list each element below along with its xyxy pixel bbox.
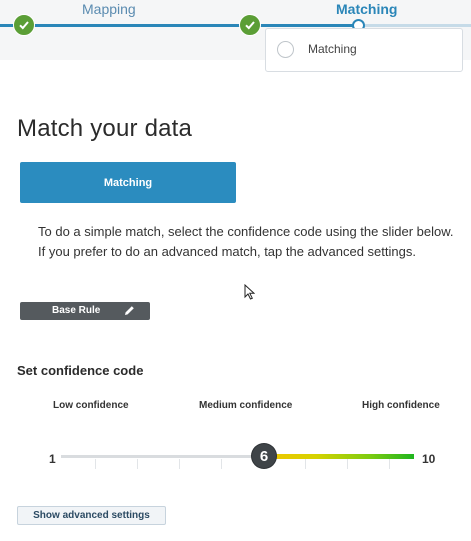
slider-tick [221,459,222,469]
match-page: Mapping Matching Matching Match your dat… [0,0,471,541]
base-rule-button[interactable]: Base Rule [20,302,150,320]
slider-max-label: 10 [422,452,436,466]
matching-banner-label: Matching [103,176,153,189]
description-line-2: If you prefer to do an advanced match, t… [38,244,416,259]
page-title: Match your data [17,115,193,142]
confidence-slider[interactable]: 1 6 10 [0,430,471,470]
mouse-pointer-icon [244,284,255,300]
dropdown-item-matching[interactable]: Matching [308,42,357,56]
high-confidence-label: High confidence [362,400,440,411]
stepper-remaining-line [358,24,471,27]
matching-radio[interactable] [277,41,294,58]
medium-confidence-label: Medium confidence [199,400,293,411]
matching-banner: Matching [20,162,236,203]
step-matching[interactable]: Matching [336,1,397,17]
slider-thumb[interactable]: 6 [252,444,276,468]
slider-tick [305,459,306,469]
slider-tick [347,459,348,469]
pencil-icon [125,306,134,315]
step-complete-check-icon [13,14,35,36]
base-rule-label: Base Rule [52,305,101,316]
slider-tick [179,459,180,469]
slider-track[interactable] [61,455,263,458]
slider-tick [137,459,138,469]
show-advanced-settings-button[interactable]: Show advanced settings [17,506,166,525]
slider-min-label: 1 [49,452,56,466]
step-mapping[interactable]: Mapping [82,1,136,17]
slider-tick [389,459,390,469]
step-dropdown: Matching [265,28,463,72]
slider-fill [263,454,414,459]
confidence-section-title: Set confidence code [17,363,144,378]
step-mapping-complete-check-icon [239,14,261,36]
description-line-1: To do a simple match, select the confide… [38,224,454,239]
stepper-progress-line [0,24,358,27]
low-confidence-label: Low confidence [53,400,129,411]
slider-tick [95,459,96,469]
